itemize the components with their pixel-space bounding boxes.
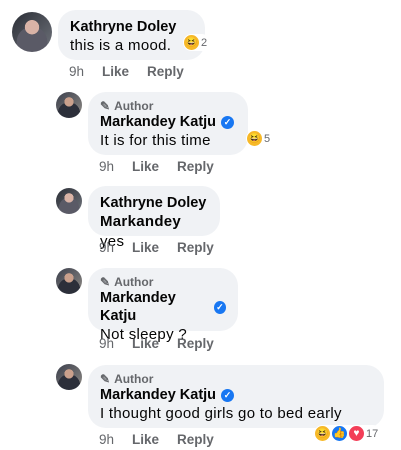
reaction-count: 5 bbox=[264, 132, 271, 145]
comment-actions: 9h Like Reply bbox=[69, 64, 184, 79]
like-button[interactable]: Like bbox=[102, 64, 129, 79]
haha-emoji-icon: 😆 bbox=[247, 131, 262, 146]
comment-actions: 9h Like Reply bbox=[99, 432, 214, 447]
like-button[interactable]: Like bbox=[132, 336, 159, 351]
avatar-kathryne-doley[interactable] bbox=[12, 12, 52, 52]
comment-text: It is for this time bbox=[100, 132, 211, 149]
reaction-summary[interactable]: 😆 👍 ♥ 17 bbox=[314, 425, 382, 442]
comment-actions: 9h Like Reply bbox=[99, 336, 214, 351]
pencil-icon: ✎ bbox=[100, 372, 111, 386]
author-badge: ✎ Author bbox=[100, 275, 154, 289]
verified-checkmark-icon: ✓ bbox=[213, 300, 226, 314]
comment-author[interactable]: Markandey Katju ✓ bbox=[100, 386, 372, 404]
reaction-summary[interactable]: 😆 2 bbox=[183, 34, 211, 51]
comment-text: I thought good girls go to bed early bbox=[100, 405, 342, 422]
comment-author[interactable]: Markandey Katju ✓ bbox=[100, 113, 236, 131]
comment-author[interactable]: Kathryne Doley bbox=[100, 194, 208, 212]
avatar-kathryne-doley[interactable] bbox=[56, 188, 82, 214]
reply-button[interactable]: Reply bbox=[147, 64, 184, 79]
timestamp[interactable]: 9h bbox=[99, 240, 114, 255]
reply-button[interactable]: Reply bbox=[177, 159, 214, 174]
reaction-summary[interactable]: 😆 5 bbox=[246, 130, 274, 147]
reply-button[interactable]: Reply bbox=[177, 240, 214, 255]
comment-bubble: ✎ Author Markandey Katju ✓ It is for thi… bbox=[88, 92, 248, 155]
like-button[interactable]: Like bbox=[132, 159, 159, 174]
love-icon: ♥ bbox=[349, 426, 364, 441]
like-icon: 👍 bbox=[332, 426, 347, 441]
mention-link[interactable]: Markandey bbox=[100, 213, 181, 230]
comment-actions: 9h Like Reply bbox=[99, 240, 214, 255]
like-button[interactable]: Like bbox=[132, 432, 159, 447]
timestamp[interactable]: 9h bbox=[69, 64, 84, 79]
timestamp[interactable]: 9h bbox=[99, 432, 114, 447]
haha-emoji-icon: 😆 bbox=[315, 426, 330, 441]
reply-button[interactable]: Reply bbox=[177, 432, 214, 447]
avatar-markandey-katju[interactable] bbox=[56, 268, 82, 294]
author-badge: ✎ Author bbox=[100, 99, 154, 113]
comment-bubble: ✎ Author Markandey Katju ✓ Not sleepy ? bbox=[88, 268, 238, 343]
comment-bubble: Kathryne Doley Markandey yes bbox=[88, 186, 220, 250]
reaction-count: 2 bbox=[201, 36, 208, 49]
comment-author[interactable]: Markandey Katju ✓ bbox=[100, 289, 226, 325]
author-badge: ✎ Author bbox=[100, 372, 154, 386]
comment-bubble: ✎ Author Markandey Katju ✓ I thought goo… bbox=[88, 365, 384, 428]
verified-checkmark-icon: ✓ bbox=[221, 115, 235, 129]
like-button[interactable]: Like bbox=[132, 240, 159, 255]
timestamp[interactable]: 9h bbox=[99, 336, 114, 351]
pencil-icon: ✎ bbox=[100, 275, 111, 289]
verified-checkmark-icon: ✓ bbox=[221, 388, 235, 402]
comment-text: this is a mood. bbox=[70, 37, 172, 54]
comment-actions: 9h Like Reply bbox=[99, 159, 214, 174]
haha-emoji-icon: 😆 bbox=[184, 35, 199, 50]
reply-button[interactable]: Reply bbox=[177, 336, 214, 351]
timestamp[interactable]: 9h bbox=[99, 159, 114, 174]
comment-author[interactable]: Kathryne Doley bbox=[70, 18, 193, 36]
comment-bubble: Kathryne Doley this is a mood. bbox=[58, 10, 205, 60]
reaction-count: 17 bbox=[366, 427, 379, 440]
pencil-icon: ✎ bbox=[100, 99, 111, 113]
avatar-markandey-katju[interactable] bbox=[56, 364, 82, 390]
avatar-markandey-katju[interactable] bbox=[56, 92, 82, 118]
